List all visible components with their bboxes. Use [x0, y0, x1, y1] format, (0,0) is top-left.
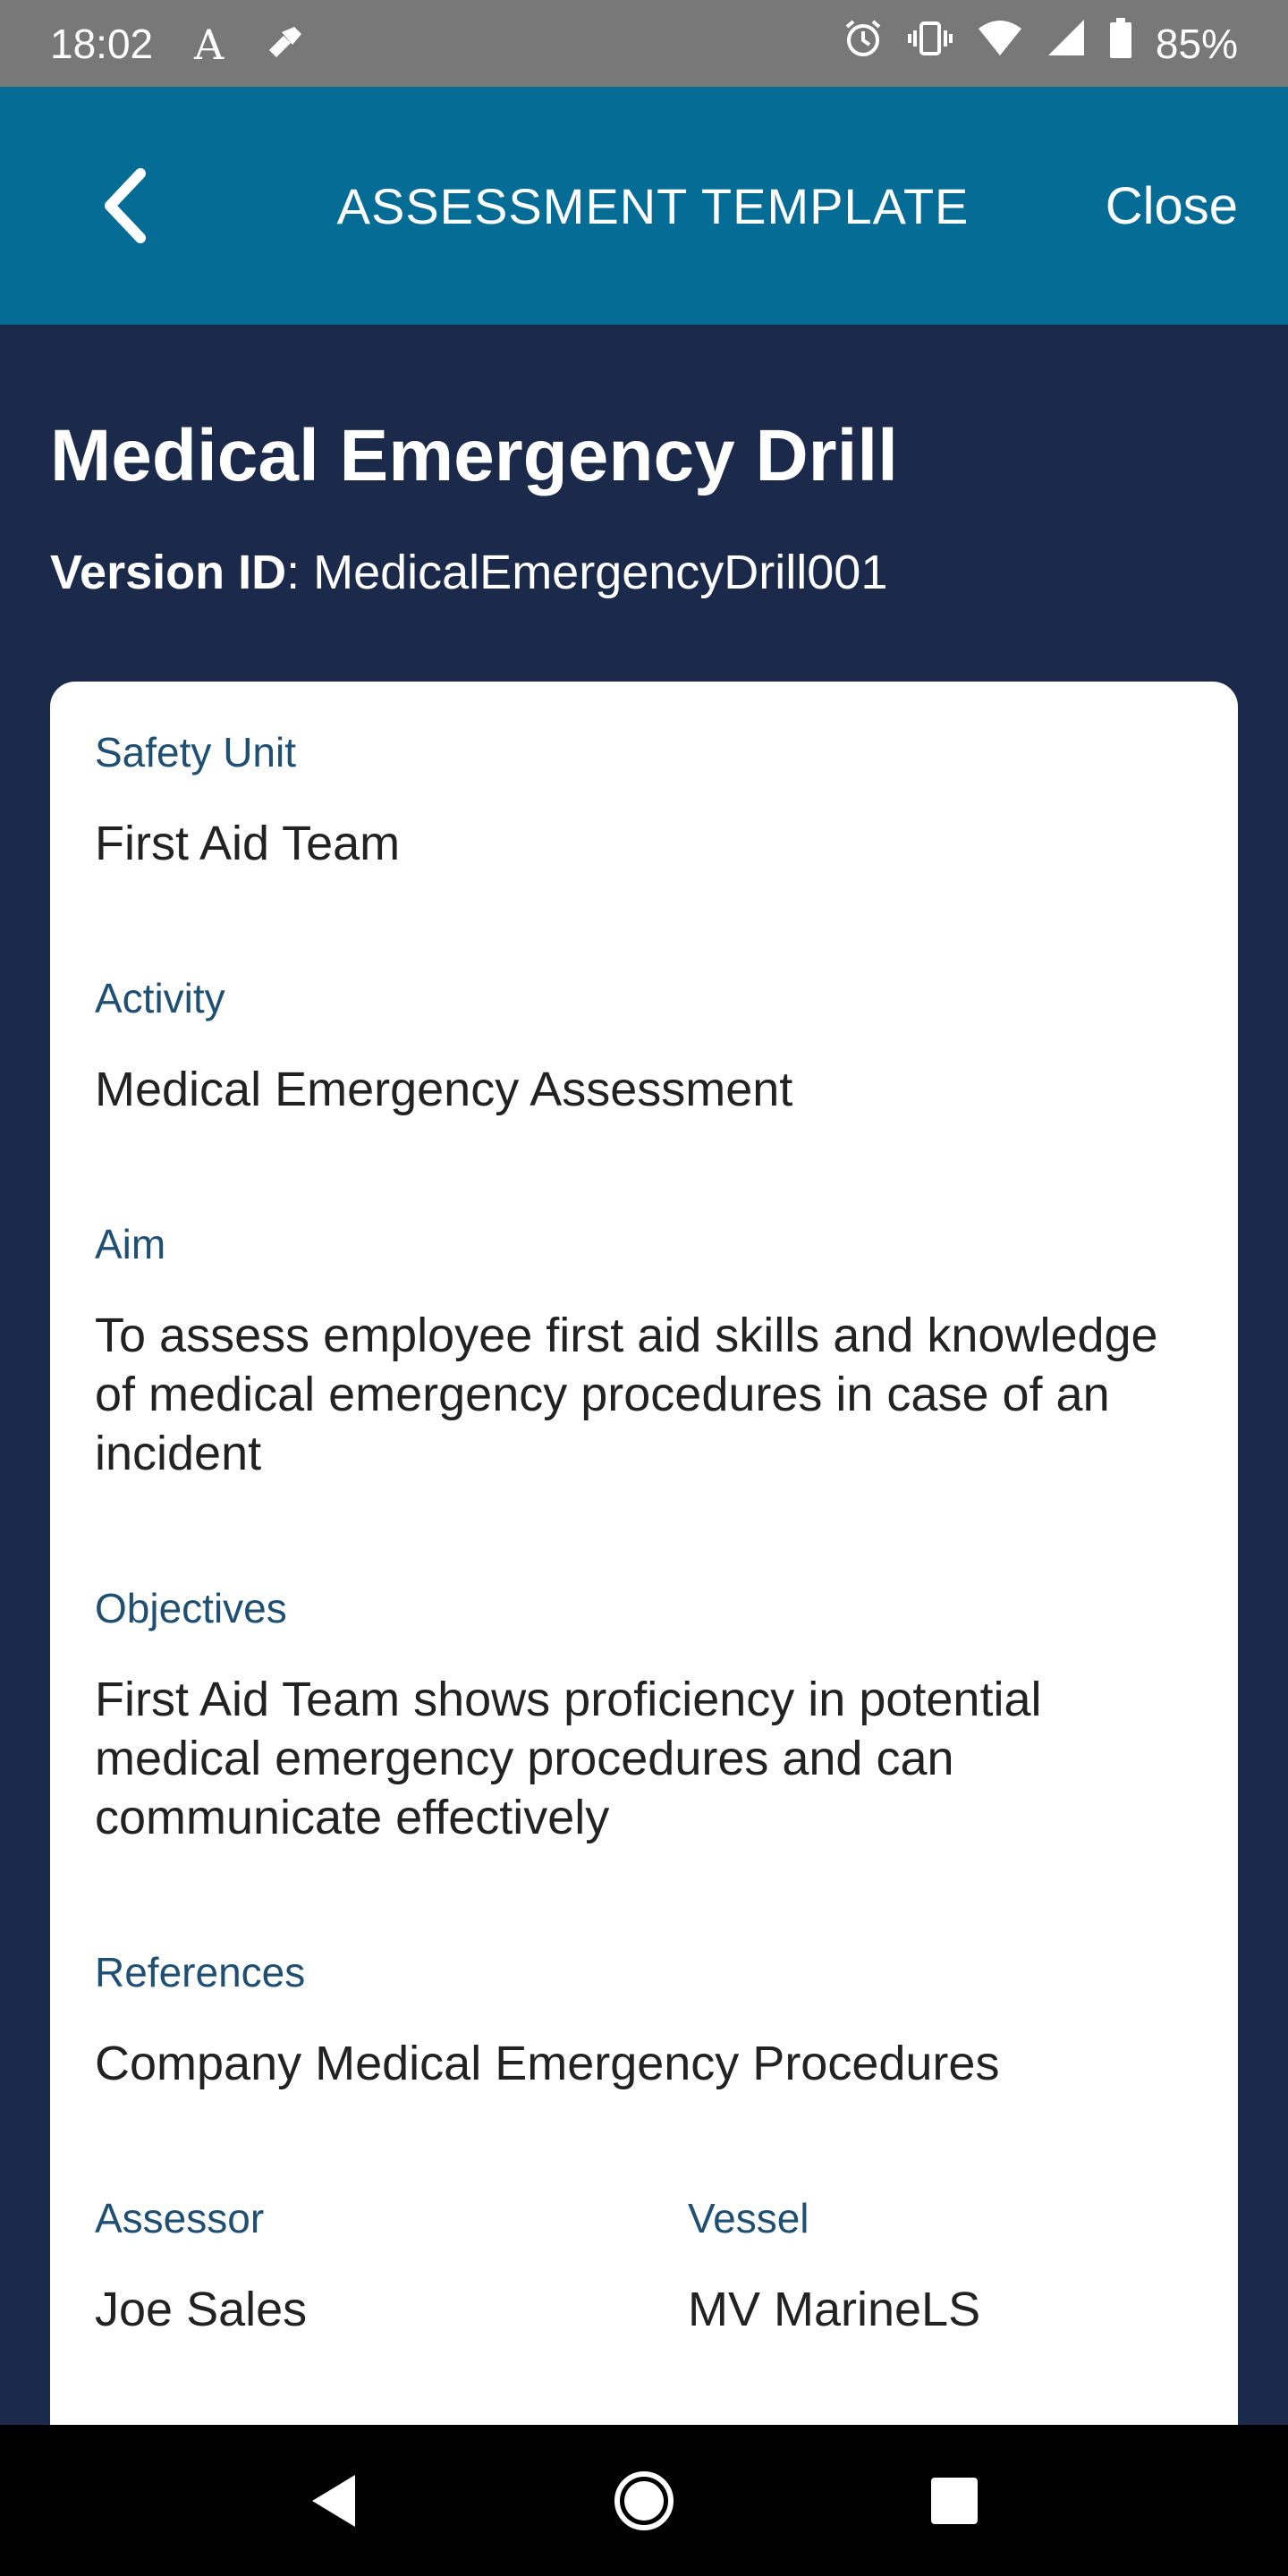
- field-value: To assess employee first aid skills and …: [95, 1309, 1158, 1480]
- svg-text:A: A: [193, 23, 225, 64]
- field-objectives: Objectives First Aid Team shows proficie…: [95, 1584, 1195, 1847]
- back-button[interactable]: [86, 157, 166, 255]
- alarm-icon: [843, 18, 884, 69]
- field-aim: Aim To assess employee first aid skills …: [95, 1220, 1195, 1483]
- chevron-left-icon: [105, 168, 146, 243]
- version-id-separator: :: [286, 546, 314, 599]
- field-label: Aim: [95, 1221, 166, 1267]
- nav-recents-button[interactable]: [901, 2447, 1008, 2555]
- field-value: MV MarineLS: [688, 2283, 981, 2336]
- field-assessor: Assessor Joe Sales: [95, 2194, 631, 2339]
- nav-back-icon: [312, 2474, 356, 2527]
- template-details-card: Safety Unit First Aid Team Activity Medi…: [50, 682, 1238, 2425]
- field-label: Vessel: [688, 2195, 809, 2241]
- app-bar: ASSESSMENT TEMPLATE Close: [0, 87, 1288, 325]
- field-label: Objectives: [95, 1585, 287, 1631]
- field-value: First Aid Team: [95, 817, 401, 870]
- version-id-label: Version ID: [50, 546, 287, 599]
- field-value: Medical Emergency Assessment: [95, 1063, 793, 1116]
- field-activity: Activity Medical Emergency Assessment: [95, 974, 1195, 1119]
- field-value: Company Medical Emergency Procedures: [95, 2037, 1000, 2090]
- field-value: Joe Sales: [95, 2283, 308, 2336]
- close-button[interactable]: Close: [1106, 87, 1238, 325]
- system-nav-bar: [0, 2425, 1288, 2576]
- nav-home-button[interactable]: [590, 2447, 698, 2555]
- battery-icon: [1109, 18, 1132, 69]
- font-icon: A: [192, 23, 232, 64]
- nav-recents-icon: [930, 2477, 978, 2524]
- field-label: References: [95, 1949, 306, 1996]
- signal-icon: [1046, 18, 1086, 69]
- status-time: 18:02: [50, 20, 154, 67]
- field-label: Safety Unit: [95, 729, 296, 775]
- field-value: First Aid Team shows proficiency in pote…: [95, 1673, 1042, 1844]
- battery-percent: 85%: [1155, 20, 1238, 67]
- content-area[interactable]: Medical Emergency Drill Version ID: Medi…: [0, 325, 1288, 2425]
- field-label: Activity: [95, 975, 225, 1021]
- wifi-icon: [977, 18, 1023, 69]
- version-id-value: MedicalEmergencyDrill001: [313, 546, 888, 599]
- nav-back-button[interactable]: [280, 2447, 387, 2555]
- vibrate-icon: [907, 18, 953, 69]
- version-id: Version ID: MedicalEmergencyDrill001: [50, 545, 887, 600]
- field-references: References Company Medical Emergency Pro…: [95, 1948, 1195, 2093]
- field-safety-unit: Safety Unit First Aid Team: [95, 728, 1195, 873]
- status-bar: 18:02 A 85%: [0, 0, 1288, 87]
- page-title: Medical Emergency Drill: [50, 415, 898, 496]
- app-notification-icon: [264, 23, 305, 64]
- field-vessel: Vessel MV MarineLS: [688, 2194, 1189, 2339]
- field-label: Assessor: [95, 2195, 265, 2241]
- nav-home-icon: [614, 2470, 674, 2530]
- screen-title: ASSESSMENT TEMPLATE: [336, 177, 970, 234]
